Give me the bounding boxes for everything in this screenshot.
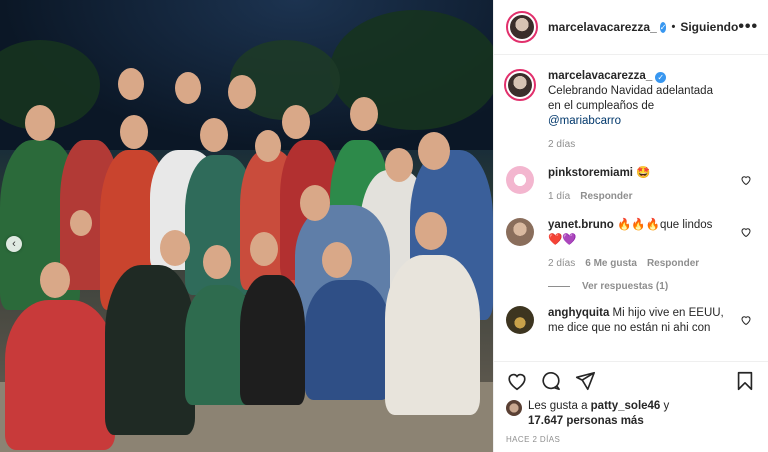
comment-icon[interactable]: [540, 370, 562, 392]
share-icon[interactable]: [574, 370, 596, 392]
post-date: HACE 2 DÍAS: [506, 435, 561, 444]
instagram-post: ‹ marcelavacarezza_ ✓ • Siguiendo ••• ma…: [0, 0, 768, 452]
view-replies-button[interactable]: Ver respuestas (1): [548, 281, 756, 292]
liker-username[interactable]: patty_sole46: [591, 400, 661, 412]
bookmark-icon[interactable]: [734, 370, 756, 392]
post-header: marcelavacarezza_ ✓ • Siguiendo •••: [494, 0, 768, 55]
carousel-prev-button[interactable]: ‹: [6, 236, 22, 252]
post-side-panel: marcelavacarezza_ ✓ • Siguiendo ••• marc…: [493, 0, 768, 452]
commenter-avatar[interactable]: [506, 166, 534, 194]
caption-username[interactable]: marcelavacarezza_: [548, 70, 652, 82]
comment-username[interactable]: yanet.bruno: [548, 219, 614, 231]
reply-button[interactable]: Responder: [580, 191, 632, 202]
like-comment-heart-icon[interactable]: [740, 226, 752, 238]
heart-icon[interactable]: [506, 370, 528, 392]
caption-avatar[interactable]: [504, 69, 536, 101]
liker-avatar[interactable]: [506, 400, 522, 416]
likes-joiner: y: [660, 400, 670, 412]
more-icon[interactable]: •••: [738, 19, 758, 35]
mention-link[interactable]: @mariabcarro: [548, 115, 621, 127]
author-username[interactable]: marcelavacarezza_: [548, 20, 657, 34]
caption-age: 2 días: [548, 139, 576, 150]
likes-count[interactable]: 17.647 personas más: [528, 415, 644, 427]
action-bar: [494, 361, 768, 399]
comment-username[interactable]: pinkstoremiami: [548, 167, 633, 179]
caption: marcelavacarezza_ ✓ Celebrando Navidad ad…: [504, 69, 756, 152]
commenter-avatar[interactable]: [506, 218, 534, 246]
view-replies-label: Ver respuestas (1): [582, 281, 669, 292]
post-photo[interactable]: ‹: [0, 0, 493, 452]
separator-dot: •: [671, 21, 676, 33]
likes-prefix: Les gusta a: [528, 400, 591, 412]
comment-username[interactable]: anghyquita: [548, 307, 609, 319]
comment-item: yanet.bruno 🔥🔥🔥que lindos ❤️💜 2 días 6 Me…: [506, 218, 756, 271]
comment-likes[interactable]: 6 Me gusta: [585, 258, 637, 269]
author-avatar[interactable]: [506, 11, 538, 43]
caption-text: Celebrando Navidad adelantada en el cump…: [548, 85, 713, 112]
comment-age: 1 día: [548, 191, 571, 202]
likes-summary[interactable]: Les gusta a patty_sole46 y 17.647 person…: [494, 399, 768, 429]
reply-button[interactable]: Responder: [647, 258, 699, 269]
comments-list[interactable]: marcelavacarezza_ ✓ Celebrando Navidad ad…: [494, 55, 768, 361]
comment-age: 2 días: [548, 258, 576, 269]
like-comment-heart-icon[interactable]: [740, 314, 752, 326]
commenter-avatar[interactable]: [506, 306, 534, 334]
comment-item: pinkstoremiami 🤩 1 día Responder: [506, 166, 756, 204]
verified-icon: ✓: [659, 21, 667, 33]
chevron-left-icon: ‹: [12, 238, 16, 250]
verified-icon: ✓: [655, 72, 667, 83]
comment-text: 🤩: [636, 167, 651, 179]
like-comment-heart-icon[interactable]: [740, 174, 752, 186]
following-button[interactable]: Siguiendo: [680, 20, 738, 34]
comment-item: anghyquita Mi hijo vive en EEUU, me dice…: [506, 306, 756, 336]
